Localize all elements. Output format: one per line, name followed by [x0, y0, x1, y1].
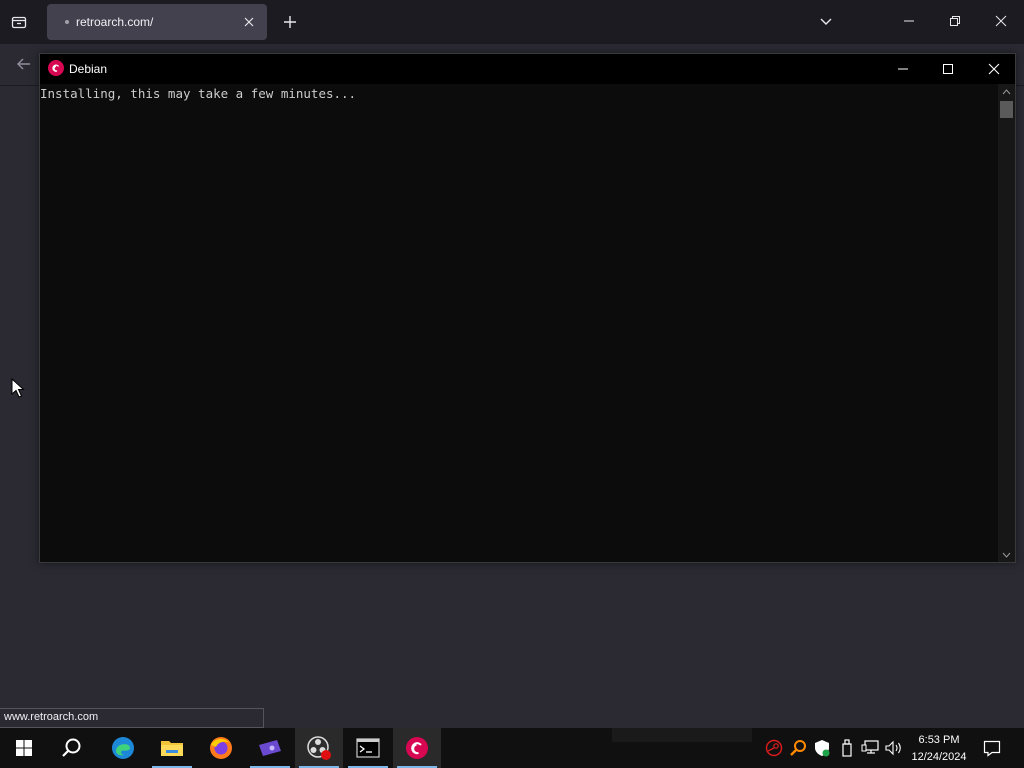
steam-tray-icon[interactable] — [762, 728, 786, 768]
close-tab-icon[interactable] — [241, 14, 257, 30]
browser-tab-bar: retroarch.com/ — [0, 0, 1024, 44]
notification-center-icon[interactable] — [978, 728, 1006, 768]
new-tab-icon[interactable] — [280, 12, 300, 32]
usb-device-icon[interactable] — [835, 728, 859, 768]
search-icon[interactable] — [48, 728, 96, 768]
mouse-cursor-icon — [11, 377, 25, 398]
clock-time: 6:53 PM — [918, 734, 960, 746]
obs-icon[interactable] — [295, 728, 343, 768]
tab-title: retroarch.com/ — [76, 15, 154, 29]
tab-loading-icon — [65, 20, 69, 24]
scroll-down-icon[interactable] — [1001, 549, 1012, 560]
browser-minimize-icon[interactable] — [898, 10, 920, 32]
console-close-icon[interactable] — [983, 58, 1005, 80]
terminal-icon[interactable] — [344, 728, 392, 768]
tray-overflow-blur — [612, 728, 752, 742]
browser-close-icon[interactable] — [990, 10, 1012, 32]
debian-icon[interactable] — [393, 728, 441, 768]
network-icon[interactable] — [858, 728, 882, 768]
debian-console-window[interactable]: Debian Installing, this may take a few m… — [39, 53, 1016, 563]
console-minimize-icon[interactable] — [892, 58, 914, 80]
console-title-bar[interactable]: Debian — [40, 54, 1015, 84]
edge-icon[interactable] — [99, 728, 147, 768]
scrollbar-thumb[interactable] — [1000, 101, 1013, 118]
link-status-bar: www.retroarch.com — [0, 708, 264, 728]
browser-restore-icon[interactable] — [944, 10, 966, 32]
game-launcher-icon[interactable] — [246, 728, 294, 768]
chevron-down-icon[interactable] — [816, 12, 836, 32]
firefox-icon[interactable] — [197, 728, 245, 768]
tab-list-icon[interactable] — [8, 11, 30, 33]
security-shield-icon[interactable] — [810, 728, 834, 768]
magnifier-tray-icon[interactable] — [786, 728, 810, 768]
console-maximize-icon[interactable] — [937, 58, 959, 80]
browser-tab[interactable]: retroarch.com/ — [47, 4, 267, 40]
scroll-up-icon[interactable] — [1001, 86, 1012, 97]
clock-date: 12/24/2024 — [911, 751, 967, 763]
file-explorer-icon[interactable] — [148, 728, 196, 768]
console-output-line: Installing, this may take a few minutes.… — [40, 86, 357, 101]
start-icon[interactable] — [0, 728, 48, 768]
debian-logo-icon — [48, 60, 64, 76]
console-scrollbar[interactable] — [998, 84, 1015, 562]
volume-icon[interactable] — [882, 728, 906, 768]
back-arrow-icon[interactable] — [14, 54, 34, 74]
console-title: Debian — [69, 62, 108, 76]
console-output-area[interactable]: Installing, this may take a few minutes.… — [40, 84, 1000, 562]
taskbar-clock[interactable]: 6:53 PM 12/24/2024 — [904, 732, 974, 766]
